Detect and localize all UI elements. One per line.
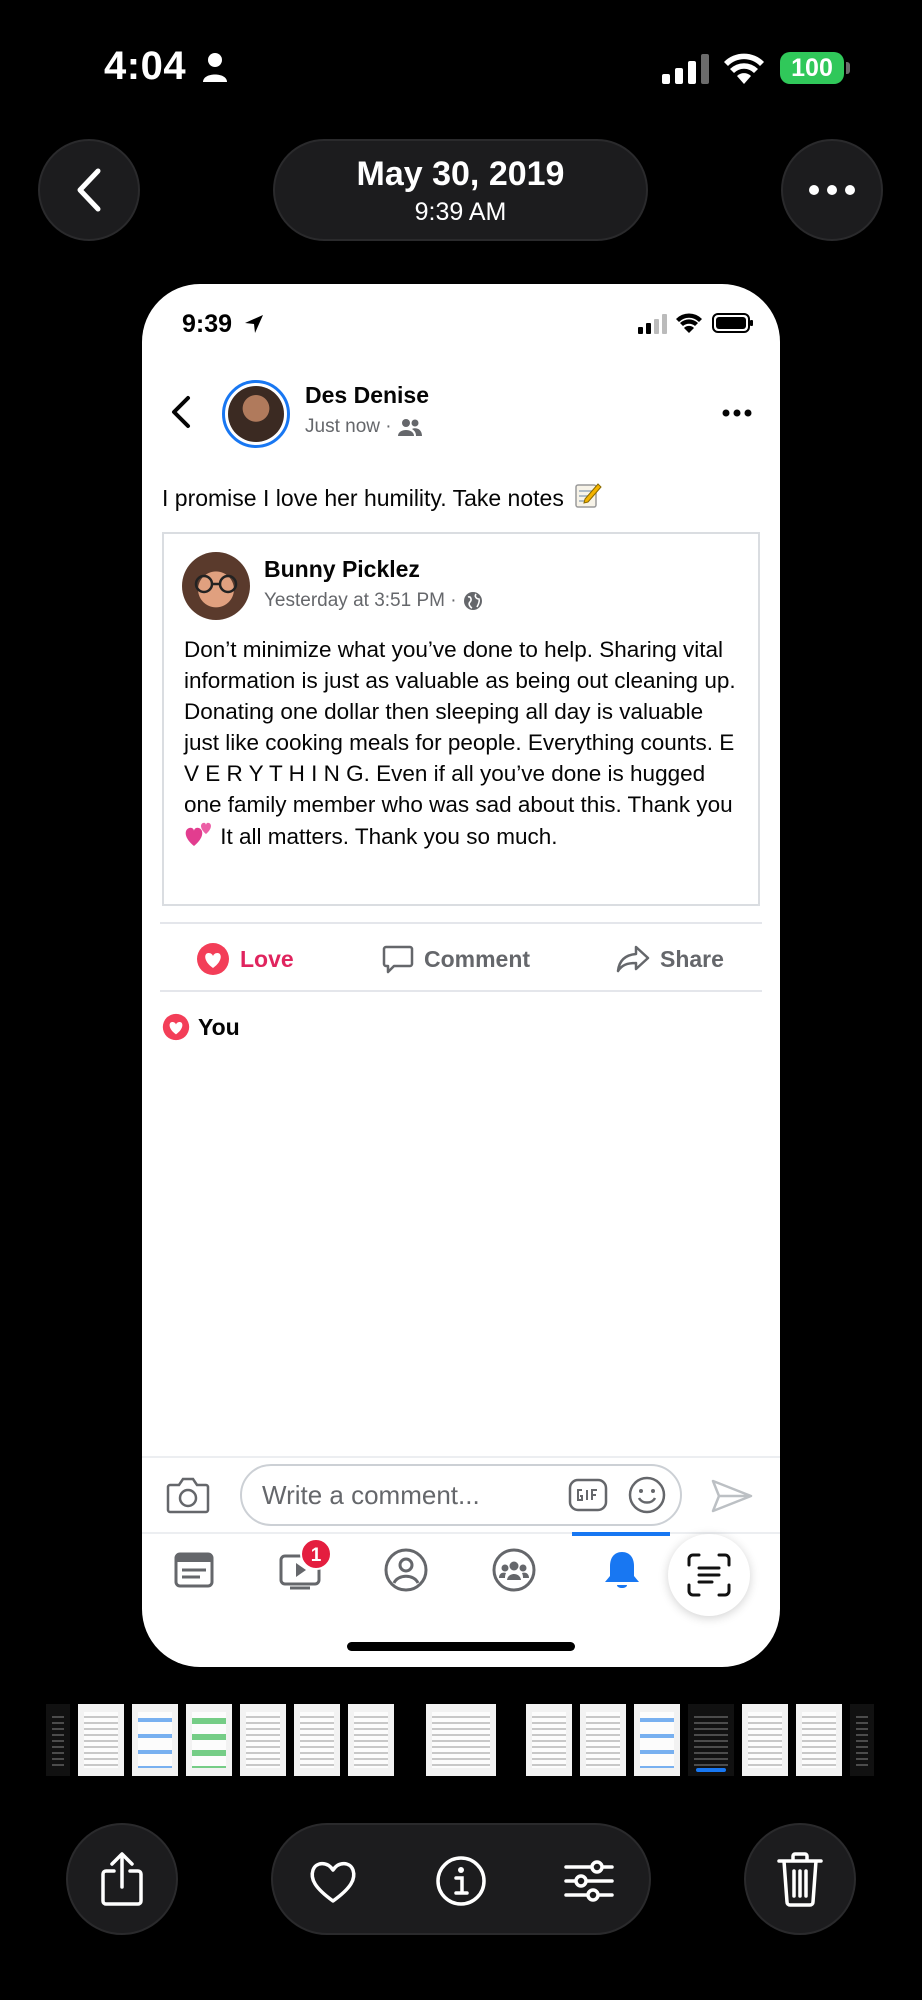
info-icon[interactable] (435, 1855, 487, 1907)
date-header: May 30, 2019 9:39 AM (273, 139, 648, 241)
status-bar: 4:04 100 (0, 0, 922, 130)
love-reaction-icon (197, 943, 229, 975)
shared-timestamp: Yesterday at 3:51 PM · (264, 590, 457, 611)
post-text: I promise I love her humility. Take note… (162, 482, 602, 512)
thumbnail-strip[interactable] (46, 1704, 876, 1776)
memo-emoji-icon (575, 483, 602, 508)
thumbnail[interactable] (294, 1704, 340, 1776)
thumbnail[interactable] (186, 1704, 232, 1776)
cellular-signal-icon (662, 54, 709, 84)
thumbnail[interactable] (526, 1704, 572, 1776)
love-button[interactable]: Love (196, 939, 294, 979)
tab-notifications[interactable] (598, 1546, 646, 1594)
location-arrow-icon (245, 315, 263, 333)
favorite-heart-icon[interactable] (307, 1855, 359, 1907)
post-author-name[interactable]: Des Denise (305, 382, 429, 409)
tab-news-feed[interactable] (170, 1546, 218, 1594)
thumbnail[interactable] (78, 1704, 124, 1776)
battery-nub (846, 62, 850, 74)
thumbnail[interactable] (796, 1704, 842, 1776)
thumbnail[interactable] (240, 1704, 286, 1776)
author-avatar[interactable] (222, 380, 290, 448)
shared-meta: Yesterday at 3:51 PM · (264, 590, 483, 612)
share-button[interactable]: Share (616, 939, 724, 979)
tab-bar-divider (142, 1532, 780, 1534)
love-reaction-small-icon (162, 1013, 190, 1041)
thumbnail[interactable] (742, 1704, 788, 1776)
photo-date: May 30, 2019 (356, 155, 565, 193)
thumbnail[interactable] (132, 1704, 178, 1776)
gif-icon[interactable] (568, 1478, 608, 1512)
wifi-icon (724, 53, 764, 84)
shared-body-part1: Don’t minimize what you’ve done to help.… (184, 637, 736, 817)
tab-profile[interactable] (382, 1546, 430, 1594)
tab-groups[interactable] (490, 1546, 538, 1594)
thumbnail[interactable] (46, 1704, 70, 1776)
thumbnail[interactable] (580, 1704, 626, 1776)
more-options-button[interactable] (781, 139, 883, 241)
adjust-sliders-icon[interactable] (563, 1855, 615, 1907)
shared-post-body: Don’t minimize what you’ve done to help.… (184, 634, 744, 852)
inner-signal-icon (638, 314, 667, 334)
thumbnail[interactable] (348, 1704, 394, 1776)
thumbnail[interactable] (426, 1704, 496, 1776)
current-thumbnail-indicator (696, 1768, 726, 1772)
author-avatar-image (228, 386, 284, 442)
inner-wifi-icon (676, 313, 702, 333)
shared-body-part2: It all matters. Thank you so much. (214, 824, 558, 849)
photo-tools-group (271, 1823, 651, 1935)
delete-button[interactable] (744, 1823, 856, 1935)
watch-notification-badge: 1 (300, 1538, 332, 1570)
comment-bar-divider (142, 1456, 780, 1458)
screenshot-image: 9:39 Des Denise Just now · I promise I l… (142, 284, 780, 1667)
chevron-left-icon (77, 168, 101, 212)
battery-indicator: 100 (780, 52, 844, 84)
post-back-icon[interactable] (168, 394, 196, 430)
thumbnail-current[interactable] (688, 1704, 734, 1776)
comment-button[interactable]: Comment (382, 939, 530, 979)
thumbnail[interactable] (850, 1704, 874, 1776)
post-meta: Just now · (305, 416, 422, 438)
actions-divider-bottom (160, 990, 762, 992)
shared-post[interactable]: Bunny Picklez Yesterday at 3:51 PM · Don… (162, 532, 760, 906)
reactions-summary[interactable]: You (162, 1013, 240, 1041)
shared-author-avatar[interactable] (182, 552, 250, 620)
photo-time: 9:39 AM (414, 198, 507, 226)
live-text-button[interactable] (668, 1534, 750, 1616)
friends-audience-icon (397, 419, 422, 436)
globe-icon (463, 592, 482, 610)
thumbnail[interactable] (634, 1704, 680, 1776)
glasses-icon (194, 574, 238, 594)
post-text-content: I promise I love her humility. Take note… (162, 485, 564, 511)
home-indicator (347, 1642, 575, 1651)
inner-battery-icon (712, 313, 753, 333)
shared-author-name[interactable]: Bunny Picklez (264, 556, 420, 583)
two-hearts-emoji-icon (185, 822, 211, 846)
share-photo-button[interactable] (66, 1823, 178, 1935)
share-label: Share (660, 945, 724, 972)
love-label: Love (240, 945, 294, 972)
actions-divider-top (160, 922, 762, 924)
emoji-smile-icon[interactable] (628, 1476, 666, 1514)
comment-input[interactable]: Write a comment... (240, 1464, 682, 1526)
ellipsis-icon (809, 185, 855, 195)
back-button[interactable] (38, 139, 140, 241)
trash-icon (777, 1852, 823, 1907)
share-icon (101, 1852, 143, 1906)
inner-status-time: 9:39 (182, 310, 233, 338)
status-time: 4:04 (104, 44, 187, 88)
reactions-label: You (198, 1013, 240, 1040)
active-tab-indicator (572, 1532, 670, 1536)
send-icon[interactable] (710, 1478, 754, 1514)
post-timestamp: Just now · (305, 416, 392, 437)
post-more-icon[interactable] (722, 409, 752, 417)
camera-icon[interactable] (166, 1476, 210, 1514)
comment-label: Comment (424, 945, 531, 972)
person-icon (203, 53, 227, 82)
comment-bubble-icon (382, 945, 414, 974)
live-text-icon (687, 1553, 731, 1597)
share-arrow-icon (616, 945, 650, 973)
